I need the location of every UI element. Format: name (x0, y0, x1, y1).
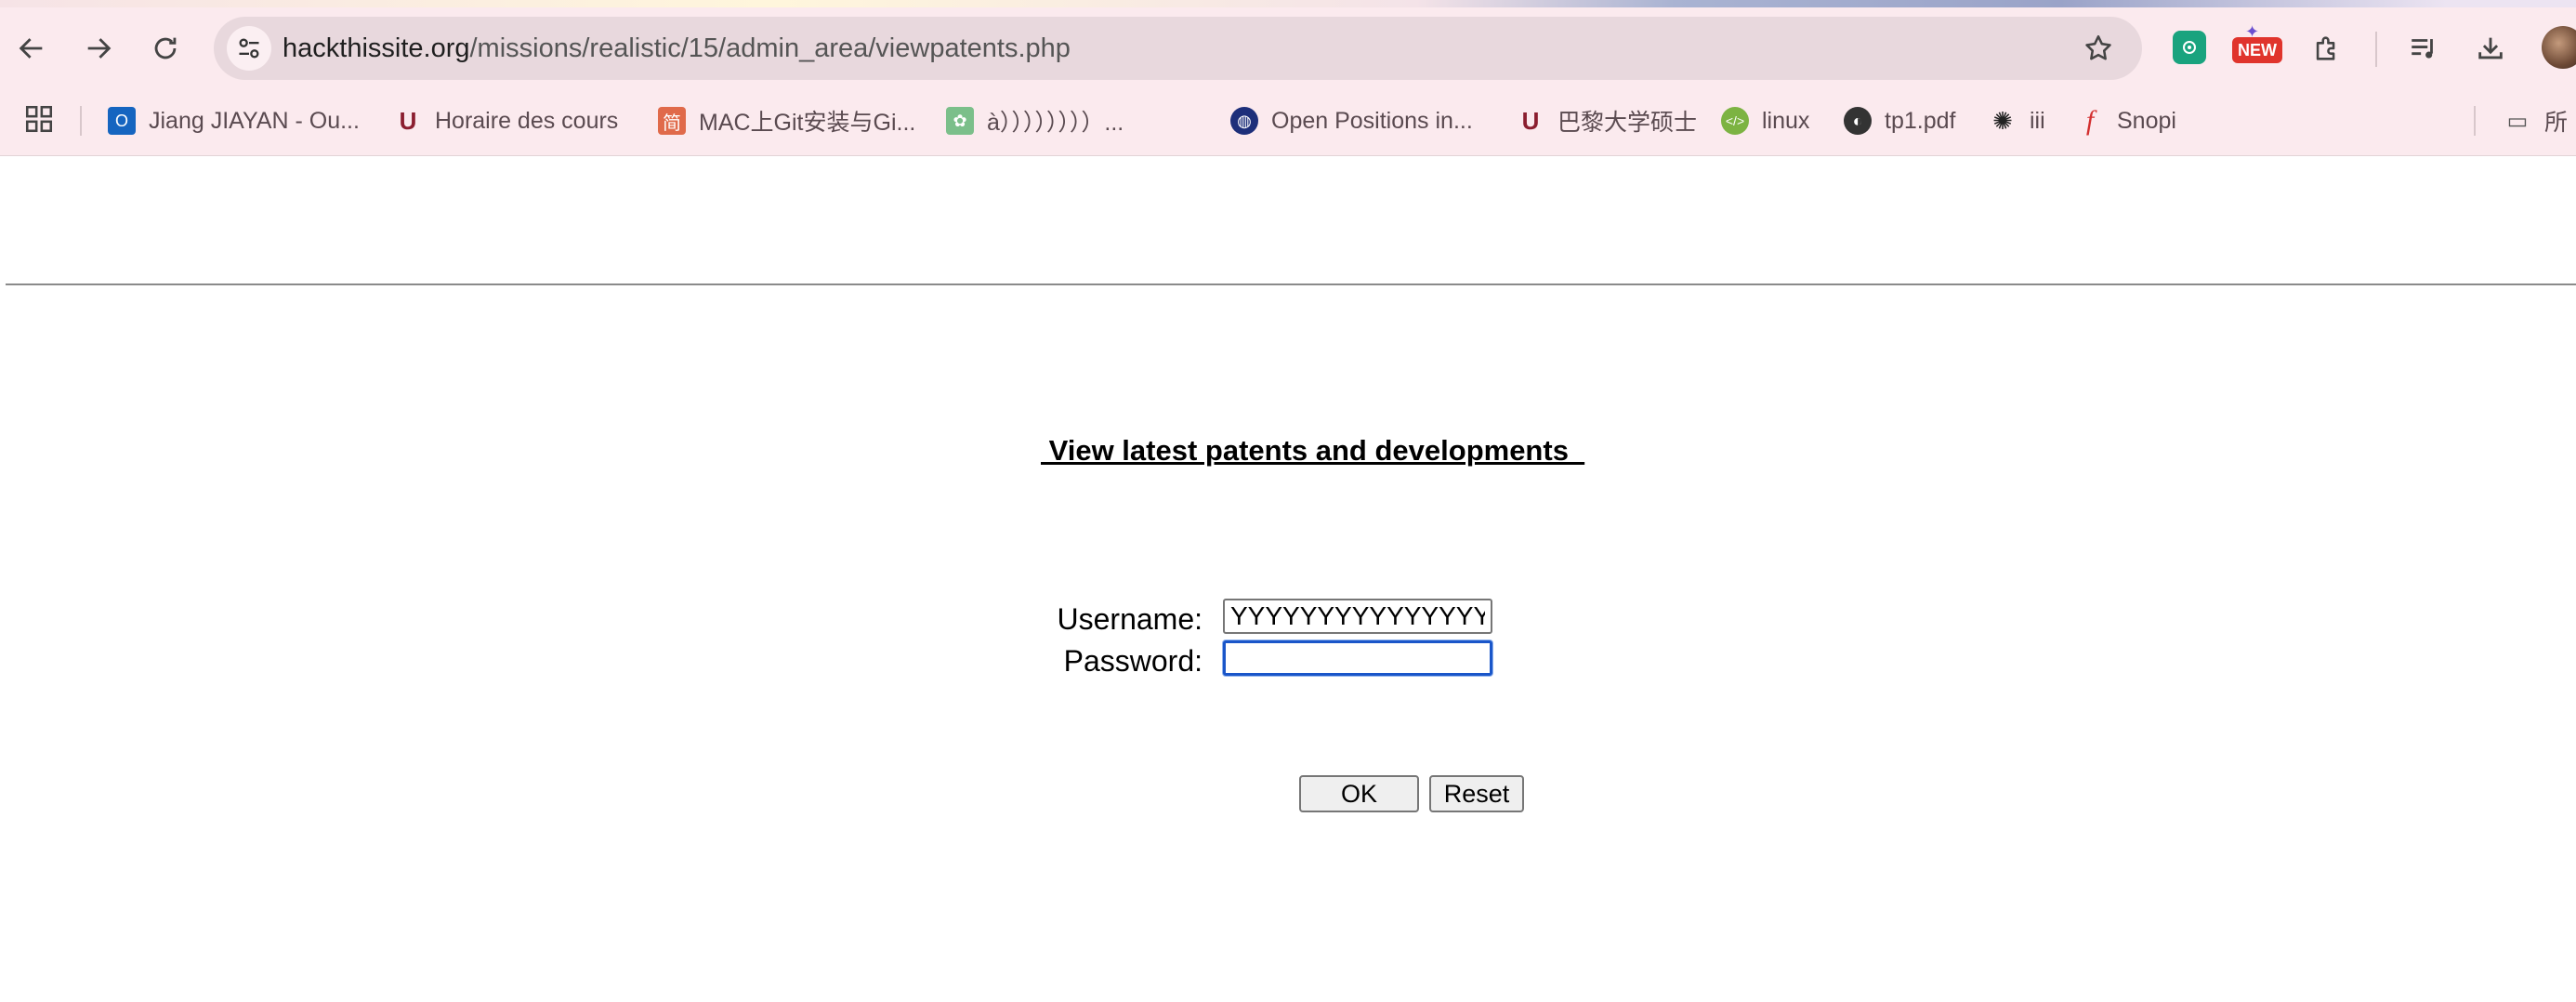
bookmark-label: Horaire des cours (435, 107, 619, 134)
bookmark-label: Snopi (2117, 107, 2176, 134)
tab-strip (0, 0, 2576, 7)
bookmark-label: iii (2030, 107, 2045, 134)
bookmark-label: Jiang JIAYAN - Ou... (149, 107, 360, 134)
bookmark-item[interactable]: ✿ à））））））））... (946, 102, 1124, 139)
url-path: /missions/realistic/15/admin_area/viewpa… (469, 33, 1071, 63)
puzzle-icon (2316, 36, 2335, 60)
password-input[interactable] (1223, 640, 1492, 676)
reload-icon (154, 37, 177, 59)
forward-button[interactable] (72, 24, 125, 73)
bookmark-item[interactable]: ◍ Open Positions in... (1230, 102, 1473, 139)
horizontal-rule (6, 283, 2576, 285)
bookmark-star-button[interactable] (2079, 29, 2118, 68)
bookmark-label: Open Positions in... (1271, 107, 1473, 134)
browser-chrome: hackthissite.org/missions/realistic/15/a… (0, 0, 2576, 156)
star-icon (2085, 34, 2111, 60)
username-label: Username: (1057, 602, 1203, 636)
bookmarks-divider (80, 106, 82, 136)
toolbar-divider (2375, 32, 2377, 67)
address-bar[interactable]: hackthissite.org/missions/realistic/15/a… (214, 17, 2142, 80)
folder-icon: ▭ (2506, 108, 2529, 134)
bookmark-label: 所 (2544, 110, 2569, 136)
bookmark-item[interactable]: ◐ tp1.pdf (1844, 102, 1955, 139)
reset-button[interactable]: Reset (1429, 775, 1524, 812)
reload-button[interactable] (139, 24, 191, 73)
bookmark-item[interactable]: U 巴黎大学硕士 (1517, 102, 1697, 139)
apps-button[interactable] (13, 95, 65, 143)
bookmark-label: linux (1762, 107, 1810, 134)
extensions-button[interactable] (2301, 24, 2353, 73)
bookmark-label: MAC上Git安装与Gi... (699, 110, 916, 136)
arrow-right-icon (87, 38, 112, 59)
bookmarks-divider (2474, 106, 2476, 136)
snopi-f-icon: f (2085, 105, 2095, 136)
bookmark-item[interactable]: O Jiang JIAYAN - Ou... (108, 102, 360, 139)
bookmark-item[interactable]: </> linux (1721, 102, 1809, 139)
username-input[interactable] (1223, 599, 1492, 634)
bookmark-item[interactable]: U Horaire des cours (394, 102, 619, 139)
page-content: View latest patents and developments Use… (0, 156, 2576, 1002)
bookmark-label: 巴黎大学硕士 (1557, 110, 1698, 136)
url-text[interactable]: hackthissite.org/missions/realistic/15/a… (283, 30, 1071, 67)
bookmark-item[interactable]: ✺ iii (1989, 102, 2045, 139)
web-globe-icon: ◐ (1844, 107, 1872, 135)
download-icon (2478, 37, 2503, 59)
globe-icon: ◍ (1230, 107, 1258, 135)
password-label: Password: (1063, 644, 1203, 678)
outlook-icon: O (108, 107, 136, 135)
site-info-button[interactable] (227, 26, 271, 71)
bookmark-item[interactable]: 简 MAC上Git安装与Gi... (658, 102, 915, 139)
bookmarks-bar: O Jiang JIAYAN - Ou... U Horaire des cours… (0, 95, 2576, 147)
openai-icon: ✺ (1992, 106, 2013, 135)
arrow-left-icon (19, 38, 43, 59)
bookmark-label: à））））））））... (987, 110, 1124, 136)
paw-icon: ✿ (946, 107, 974, 135)
downloads-button[interactable] (2464, 24, 2517, 73)
university-logo-icon: U (1521, 106, 1540, 135)
apps-grid-icon (25, 105, 53, 133)
tune-icon (239, 38, 259, 59)
url-host: hackthissite.org (283, 33, 470, 63)
bookmark-label: tp1.pdf (1885, 107, 1956, 134)
page-title: View latest patents and developments (1041, 434, 1585, 467)
bookmark-folder[interactable]: ▭ 所 (2504, 102, 2568, 139)
back-button[interactable] (6, 24, 58, 73)
ok-button[interactable]: OK (1299, 775, 1419, 812)
media-controls-button[interactable] (2398, 24, 2450, 73)
new-extension-badge[interactable]: NEW (2232, 37, 2282, 63)
openai-knot-icon (2183, 41, 2196, 54)
queue-music-icon (2412, 39, 2433, 59)
linux-icon: </> (1721, 107, 1749, 135)
jianshu-icon: 简 (658, 107, 686, 135)
profile-avatar[interactable] (2542, 26, 2576, 69)
university-logo-icon: U (399, 106, 417, 135)
chatgpt-extension-icon[interactable] (2173, 31, 2206, 64)
bookmark-item[interactable]: f Snopi (2076, 102, 2176, 139)
